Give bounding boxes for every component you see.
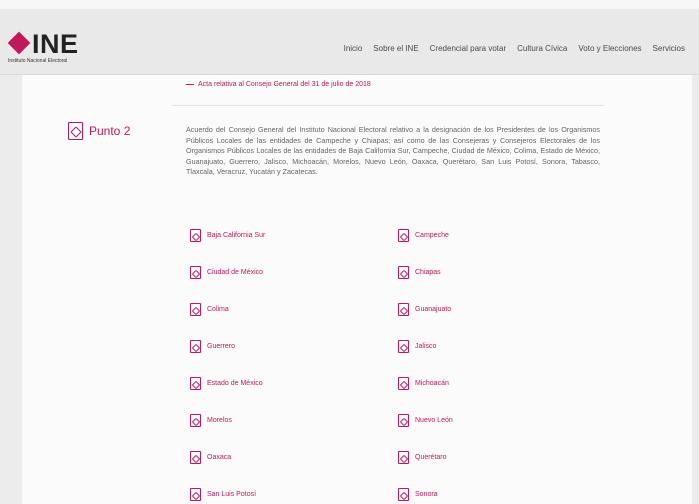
link-label: Chiapas — [415, 269, 441, 276]
link-baja-california-sur[interactable]: Baja California Sur — [190, 229, 265, 242]
link-san-luis-potosi[interactable]: San Luis Potosí — [190, 488, 256, 501]
pdf-icon — [398, 414, 409, 427]
site-header: INE Instituto Nacional Electoral Inicio … — [0, 9, 699, 75]
link-label: Morelos — [207, 417, 232, 424]
logo-diamond-icon — [7, 31, 31, 55]
pdf-icon — [398, 488, 409, 501]
pdf-icon — [398, 229, 409, 242]
link-label: San Luis Potosí — [207, 491, 257, 498]
pdf-icon — [190, 340, 201, 353]
link-label: Nuevo León — [415, 417, 453, 424]
ine-logo[interactable]: INE Instituto Nacional Electoral — [7, 29, 108, 69]
pdf-icon — [190, 488, 201, 501]
punto-heading[interactable]: Punto 2 — [68, 122, 130, 140]
punto-description: Acuerdo del Consejo General del Institut… — [186, 125, 600, 176]
link-label: Sonora — [415, 491, 438, 498]
logo-text: INE — [32, 29, 79, 59]
pdf-icon — [398, 303, 409, 316]
link-guanajuato[interactable]: Guanajuato — [398, 303, 451, 316]
main-nav: Inicio Sobre el INE Credencial para vota… — [333, 44, 685, 53]
section-divider — [172, 105, 604, 106]
link-guerrero[interactable]: Guerrero — [190, 340, 235, 353]
link-colima[interactable]: Colima — [190, 303, 229, 316]
nav-sobre-el-ine[interactable]: Sobre el INE — [373, 44, 418, 53]
link-label: Ciudad de México — [207, 269, 264, 276]
link-label: Oaxaca — [207, 454, 232, 461]
pdf-icon — [68, 122, 83, 140]
link-queretaro[interactable]: Querétaro — [398, 451, 447, 464]
link-label: Colima — [207, 306, 229, 313]
top-strip — [0, 0, 699, 9]
pdf-icon — [398, 266, 409, 279]
link-sonora[interactable]: Sonora — [398, 488, 438, 501]
link-label: Baja California Sur — [207, 232, 266, 239]
pdf-icon — [190, 377, 201, 390]
nav-inicio[interactable]: Inicio — [344, 44, 363, 53]
link-michoacan[interactable]: Michoacán — [398, 377, 449, 390]
link-label: Guanajuato — [415, 306, 452, 313]
previous-document-link[interactable]: Acta relativa al Consejo General del 31 … — [186, 81, 371, 88]
link-oaxaca[interactable]: Oaxaca — [190, 451, 231, 464]
pdf-icon — [190, 266, 201, 279]
link-estado-de-mexico[interactable]: Estado de México — [190, 377, 263, 390]
previous-document-label: Acta relativa al Consejo General del 31 … — [198, 81, 371, 88]
link-label: Querétaro — [415, 454, 447, 461]
link-ciudad-de-mexico[interactable]: Ciudad de México — [190, 266, 263, 279]
nav-credencial[interactable]: Credencial para votar — [430, 44, 506, 53]
link-label: Michoacán — [415, 380, 449, 387]
main-content: Acta relativa al Consejo General del 31 … — [22, 75, 692, 504]
link-jalisco[interactable]: Jalisco — [398, 340, 436, 353]
link-label: Estado de México — [207, 380, 263, 387]
pdf-icon — [190, 451, 201, 464]
pdf-icon — [190, 303, 201, 316]
link-campeche[interactable]: Campeche — [398, 229, 449, 242]
link-label: Campeche — [415, 232, 449, 239]
link-label: Guerrero — [207, 343, 236, 350]
pdf-icon — [190, 414, 201, 427]
link-chiapas[interactable]: Chiapas — [398, 266, 441, 279]
pdf-icon — [190, 229, 201, 242]
nav-cultura-civica[interactable]: Cultura Cívica — [517, 44, 567, 53]
punto-label: Punto 2 — [89, 124, 131, 138]
link-label: Jalisco — [415, 343, 437, 350]
link-nuevo-leon[interactable]: Nuevo León — [398, 414, 453, 427]
pdf-icon — [398, 377, 409, 390]
nav-servicios[interactable]: Servicios — [653, 44, 685, 53]
pdf-icon — [398, 340, 409, 353]
dash-icon — [186, 83, 194, 85]
nav-voto-elecciones[interactable]: Voto y Elecciones — [578, 44, 641, 53]
link-morelos[interactable]: Morelos — [190, 414, 232, 427]
logo-subtitle: Instituto Nacional Electoral — [8, 58, 68, 64]
pdf-icon — [398, 451, 409, 464]
